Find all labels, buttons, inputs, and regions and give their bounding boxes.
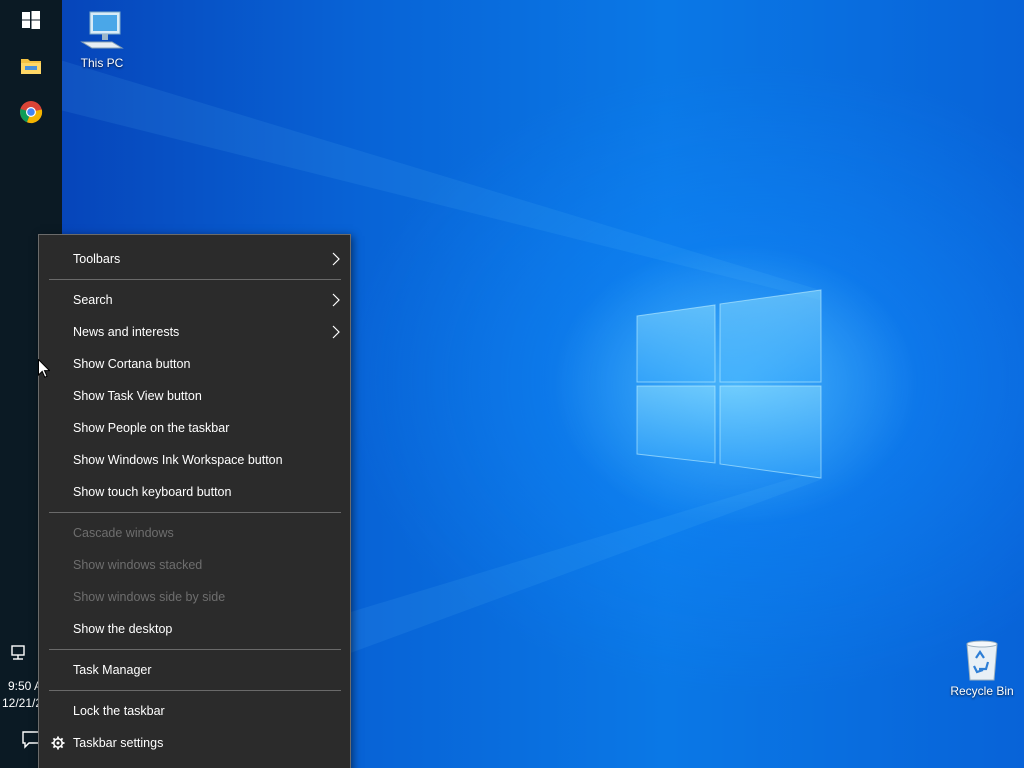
mouse-cursor-icon: [38, 359, 50, 378]
menu-item-label: Show touch keyboard button: [73, 485, 232, 499]
menu-item-label: Show People on the taskbar: [73, 421, 230, 435]
file-explorer-button[interactable]: [10, 45, 52, 85]
taskbar-context-menu: Toolbars Search News and interests Show …: [38, 234, 351, 768]
menu-item-show-windows-side-by-side: Show windows side by side: [39, 581, 350, 613]
computer-icon: [80, 11, 124, 49]
recycle-bin-label: Recycle Bin: [950, 684, 1014, 698]
menu-item-show-the-desktop[interactable]: Show the desktop: [39, 613, 350, 645]
menu-item-show-people[interactable]: Show People on the taskbar: [39, 412, 350, 444]
menu-item-show-ink-workspace[interactable]: Show Windows Ink Workspace button: [39, 444, 350, 476]
chevron-right-icon: [332, 252, 340, 266]
menu-item-show-windows-stacked: Show windows stacked: [39, 549, 350, 581]
chevron-right-icon: [332, 325, 340, 339]
recycle-bin-icon: [966, 640, 998, 681]
menu-separator: [49, 512, 341, 513]
menu-item-label: Cascade windows: [73, 526, 174, 540]
chrome-button[interactable]: [10, 92, 52, 132]
menu-item-show-task-view[interactable]: Show Task View button: [39, 380, 350, 412]
menu-item-show-touch-keyboard[interactable]: Show touch keyboard button: [39, 476, 350, 508]
menu-item-label: Lock the taskbar: [73, 704, 165, 718]
chrome-icon: [20, 101, 43, 124]
windows-logo-icon: [22, 11, 40, 29]
menu-item-label: News and interests: [73, 325, 180, 339]
start-button[interactable]: [10, 0, 52, 40]
menu-item-label: Show windows stacked: [73, 558, 203, 572]
menu-separator: [49, 279, 341, 280]
menu-item-label: Show the desktop: [73, 622, 173, 636]
chevron-right-icon: [332, 293, 340, 307]
menu-item-toolbars[interactable]: Toolbars: [39, 243, 350, 275]
menu-item-task-manager[interactable]: Task Manager: [39, 654, 350, 686]
desktop-icon-recycle-bin[interactable]: Recycle Bin: [944, 638, 1020, 698]
menu-separator: [49, 649, 341, 650]
menu-item-taskbar-settings[interactable]: Taskbar settings: [39, 727, 350, 759]
menu-separator: [49, 690, 341, 691]
this-pc-label: This PC: [80, 56, 124, 70]
menu-item-lock-taskbar[interactable]: Lock the taskbar: [39, 695, 350, 727]
network-icon[interactable]: [10, 644, 34, 664]
menu-item-cascade-windows: Cascade windows: [39, 517, 350, 549]
gear-icon: [51, 736, 65, 750]
menu-item-label: Task Manager: [73, 663, 152, 677]
menu-item-label: Taskbar settings: [73, 736, 164, 750]
menu-item-label: Show Cortana button: [73, 357, 191, 371]
desktop-icon-this-pc[interactable]: This PC: [64, 8, 140, 70]
menu-item-search[interactable]: Search: [39, 284, 350, 316]
menu-item-show-cortana[interactable]: Show Cortana button: [39, 348, 350, 380]
folder-icon: [21, 59, 41, 74]
menu-item-news-and-interests[interactable]: News and interests: [39, 316, 350, 348]
menu-item-label: Show windows side by side: [73, 590, 226, 604]
menu-item-label: Show Windows Ink Workspace button: [73, 453, 283, 467]
menu-item-label: Toolbars: [73, 252, 121, 266]
menu-item-label: Show Task View button: [73, 389, 202, 403]
menu-item-label: Search: [73, 293, 113, 307]
